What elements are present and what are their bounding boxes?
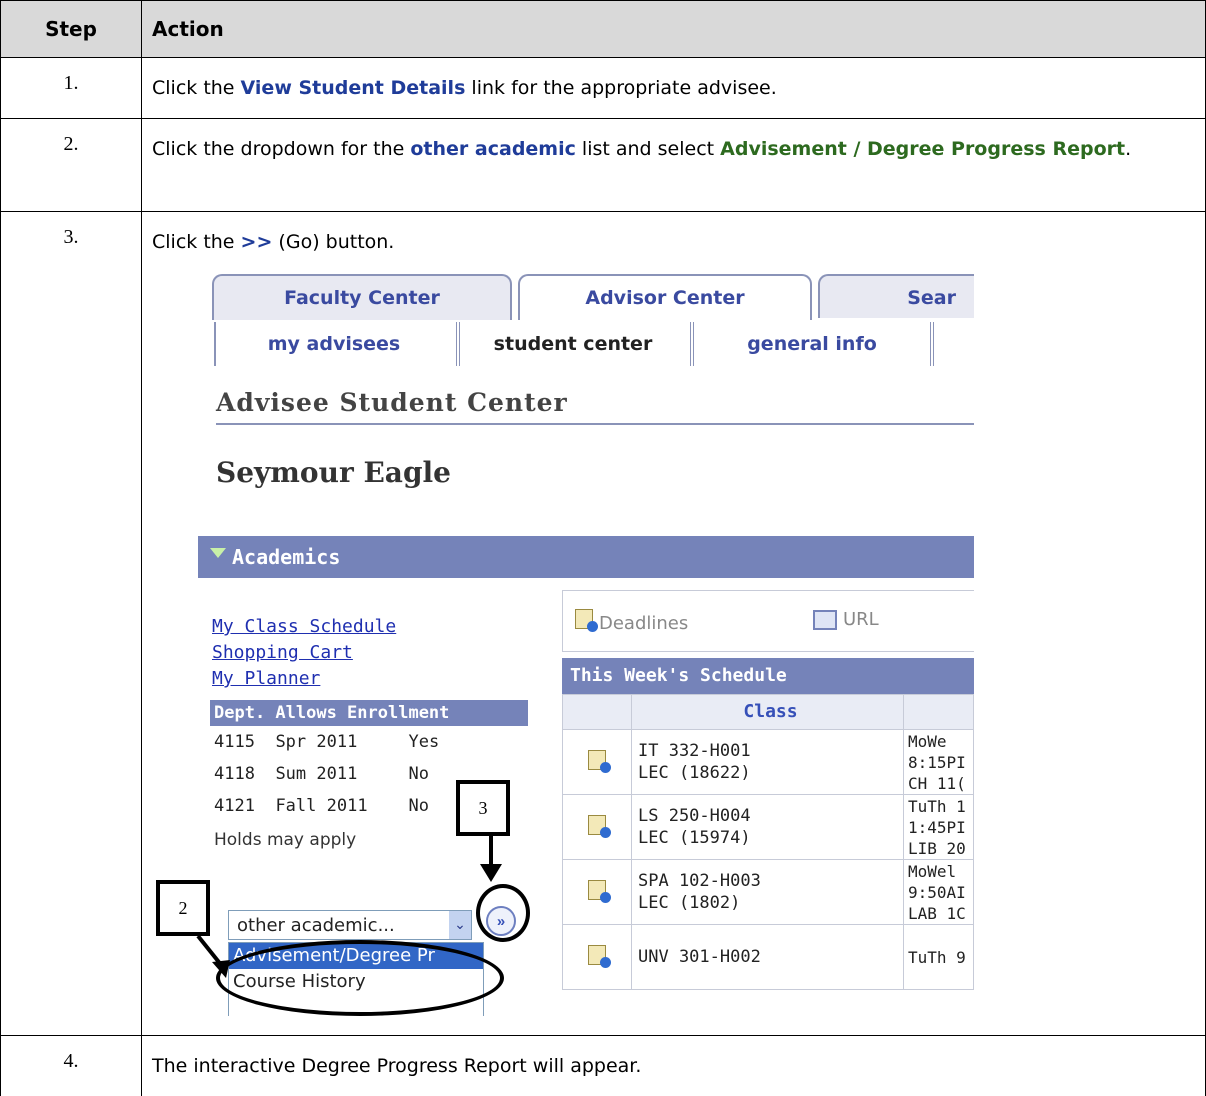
arrowhead-3: [480, 864, 502, 882]
arrowhead-2: [212, 960, 230, 978]
annotation-arrows: [0, 0, 1206, 1065]
